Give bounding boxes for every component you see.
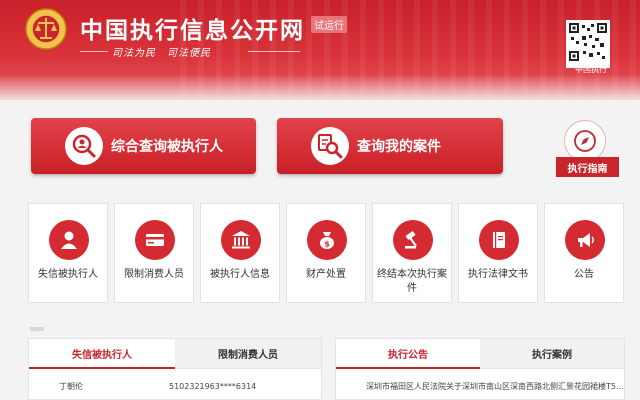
tile-label: 失信被执行人 — [38, 269, 98, 280]
tab-dishonest-executed[interactable]: 失信被执行人 — [29, 339, 175, 369]
tile-property-disposal[interactable]: $ 财产处置 — [286, 203, 366, 303]
tab-execution-announcement[interactable]: 执行公告 — [336, 339, 480, 369]
person-id-number: 5102321963****6314 — [169, 381, 257, 391]
left-panel-tabs: 失信被执行人 限制消费人员 — [29, 339, 321, 369]
court-building-icon — [221, 220, 261, 260]
tile-executed-person-info[interactable]: 被执行人信息 — [200, 203, 280, 303]
search-executed-person-button[interactable]: 综合查询被执行人 — [31, 118, 256, 174]
execution-guide-label[interactable]: 执行指南 — [556, 157, 619, 177]
dishonest-list-panel: 失信被执行人 限制消费人员 丁朝伦 5102321963****6314 — [28, 338, 322, 400]
qr-code — [566, 20, 610, 68]
list-item[interactable]: 深圳市福田区人民法院关于深圳市南山区深南西路北侧汇景花园裙楼T5... — [336, 379, 624, 393]
right-panel-tabs: 执行公告 执行案例 — [336, 339, 624, 369]
tile-terminated-cases[interactable]: 终结本次执行案件 — [372, 203, 452, 303]
announcement-panel: 执行公告 执行案例 深圳市福田区人民法院关于深圳市南山区深南西路北侧汇景花园裙楼… — [335, 338, 625, 400]
query-my-case-label: 查询我的案件 — [357, 139, 441, 155]
megaphone-icon — [565, 220, 605, 260]
tile-announcement[interactable]: 公告 — [544, 203, 624, 303]
site-slogan: 司法为民 司法便民 — [112, 48, 211, 59]
money-bag-icon: $ — [307, 220, 347, 260]
person-icon — [49, 220, 89, 260]
card-icon — [135, 220, 175, 260]
person-name: 丁朝伦 — [59, 381, 83, 391]
svg-text:$: $ — [324, 240, 330, 249]
qr-label: 中国执行 — [575, 65, 607, 74]
document-book-icon — [479, 220, 519, 260]
tile-dishonest-executed[interactable]: 失信被执行人 — [28, 203, 108, 303]
announcement-title: 深圳市福田区人民法院关于深圳市南山区深南西路北侧汇景花园裙楼T5... — [366, 381, 624, 391]
document-search-icon — [311, 127, 349, 165]
tab-consumption-restricted[interactable]: 限制消费人员 — [175, 339, 321, 369]
court-emblem-icon[interactable] — [24, 6, 68, 52]
tile-label: 执行法律文书 — [468, 269, 528, 280]
tile-label: 限制消费人员 — [124, 269, 184, 280]
compass-icon — [574, 130, 596, 152]
tile-legal-documents[interactable]: 执行法律文书 — [458, 203, 538, 303]
site-header: 中国执行信息公开网 试运行 司法为民 司法便民 中国执行 — [0, 0, 640, 100]
search-executed-person-label: 综合查询被执行人 — [111, 139, 223, 155]
tab-execution-cases[interactable]: 执行案例 — [480, 339, 624, 369]
tile-label: 终结本次执行案件 — [377, 269, 447, 294]
tile-label: 财产处置 — [306, 269, 346, 280]
execution-guide-button[interactable] — [564, 120, 606, 162]
list-item[interactable]: 丁朝伦 5102321963****6314 — [29, 379, 321, 393]
category-grid: 失信被执行人 限制消费人员 被执行人信息 $ 财产处置 终结本次执行案件 执行法… — [28, 203, 624, 305]
site-title[interactable]: 中国执行信息公开网 — [80, 11, 305, 45]
beta-badge: 试运行 — [311, 16, 347, 33]
query-my-case-button[interactable]: 查询我的案件 — [277, 118, 503, 174]
person-search-icon — [65, 127, 103, 165]
tile-label: 被执行人信息 — [210, 269, 270, 280]
qr-code-icon — [569, 23, 607, 61]
gavel-icon — [393, 220, 433, 260]
tile-consumption-restricted[interactable]: 限制消费人员 — [114, 203, 194, 303]
tile-label: 公告 — [574, 269, 594, 280]
